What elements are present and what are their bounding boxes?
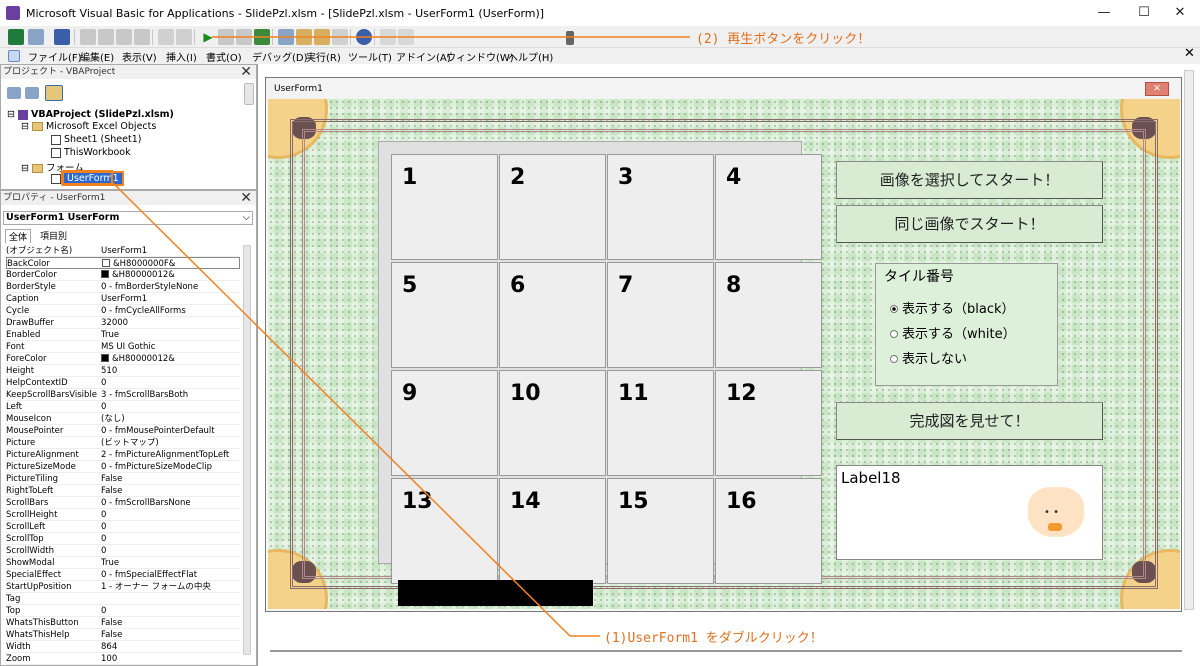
userform1-highlight <box>61 170 113 185</box>
annotation-step1: (1)UserForm1 をダブルクリック！ <box>604 631 823 646</box>
annotation-lines <box>61 36 690 637</box>
annotation-step2: (2) 再生ボタンをクリック！ <box>696 32 871 47</box>
annotation-line-step1 <box>111 181 571 637</box>
vba-editor-window: Microsoft Visual Basic for Applications … <box>0 0 1200 666</box>
